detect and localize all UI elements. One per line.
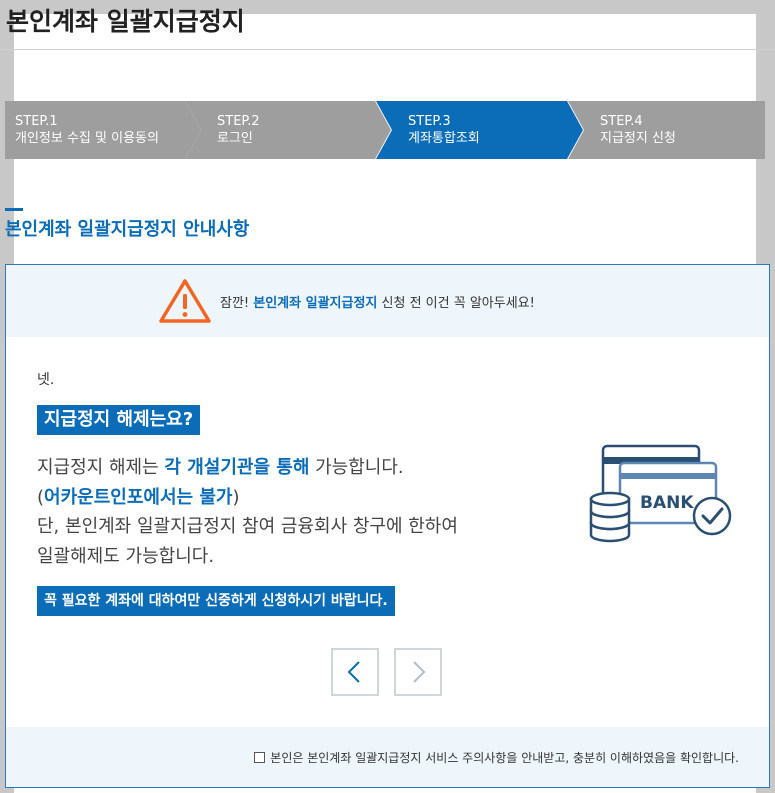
- step-number: STEP.3: [408, 114, 451, 129]
- warning-banner: 잠깐! 본인계좌 일괄지급정지 신청 전 이건 꼭 알아두세요!: [6, 265, 769, 337]
- warning-triangle-icon: [159, 279, 211, 323]
- warning-highlight: 본인계좌 일괄지급정지: [253, 296, 378, 311]
- warning-text: 잠깐! 본인계좌 일괄지급정지 신청 전 이건 꼭 알아두세요!: [220, 296, 535, 311]
- prev-slide-button[interactable]: [331, 648, 379, 696]
- step-label: 개인정보 수집 및 이용동의: [15, 131, 159, 146]
- body-text: 지급정지 해제는 각 개설기관을 통해 가능합니다. (어카운트인포에서는 불가…: [37, 457, 458, 567]
- slide-number: 넷.: [37, 372, 55, 388]
- chevron-right-icon: [413, 661, 426, 683]
- section-heading: 본인계좌 일괄지급정지 안내사항: [5, 219, 250, 240]
- step-1: STEP.1 개인정보 수집 및 이용동의: [5, 101, 201, 159]
- step-3-active: STEP.3 계좌통합조회: [376, 101, 583, 159]
- step-2: STEP.2 로그인: [185, 101, 391, 159]
- notice-box: 잠깐! 본인계좌 일괄지급정지 신청 전 이건 꼭 알아두세요! 넷. 지급정지…: [5, 264, 770, 788]
- step-number: STEP.2: [217, 114, 260, 129]
- step-4: STEP.4 지급정지 신청: [568, 101, 765, 159]
- next-slide-button[interactable]: [394, 648, 442, 696]
- caution-badge: 꼭 필요한 계좌에 대하여만 신중하게 신청하시기 바랍니다.: [37, 586, 395, 616]
- step-indicator: STEP.1 개인정보 수집 및 이용동의 STEP.2 로그인 STEP.3 …: [5, 101, 765, 159]
- step-label: 지급정지 신청: [600, 131, 676, 146]
- consent-text: 본인은 본인계좌 일괄지급정지 서비스 주의사항을 안내받고, 충분히 이해하였…: [270, 751, 739, 765]
- page-title: 본인계좌 일괄지급정지: [0, 0, 775, 50]
- step-label: 계좌통합조회: [408, 131, 480, 146]
- consent-label[interactable]: 본인은 본인계좌 일괄지급정지 서비스 주의사항을 안내받고, 충분히 이해하였…: [254, 749, 739, 766]
- step-number: STEP.1: [15, 114, 58, 129]
- svg-text:BANK: BANK: [640, 493, 694, 513]
- step-number: STEP.4: [600, 114, 643, 129]
- consent-row: 본인은 본인계좌 일괄지급정지 서비스 주의사항을 안내받고, 충분히 이해하였…: [6, 727, 769, 787]
- section-accent-bar: [5, 208, 23, 211]
- step-label: 로그인: [217, 131, 253, 146]
- chevron-left-icon: [347, 661, 360, 683]
- consent-checkbox[interactable]: [254, 752, 266, 763]
- bank-card-icon: BANK: [589, 444, 732, 543]
- question-badge: 지급정지 해제는요?: [37, 405, 201, 435]
